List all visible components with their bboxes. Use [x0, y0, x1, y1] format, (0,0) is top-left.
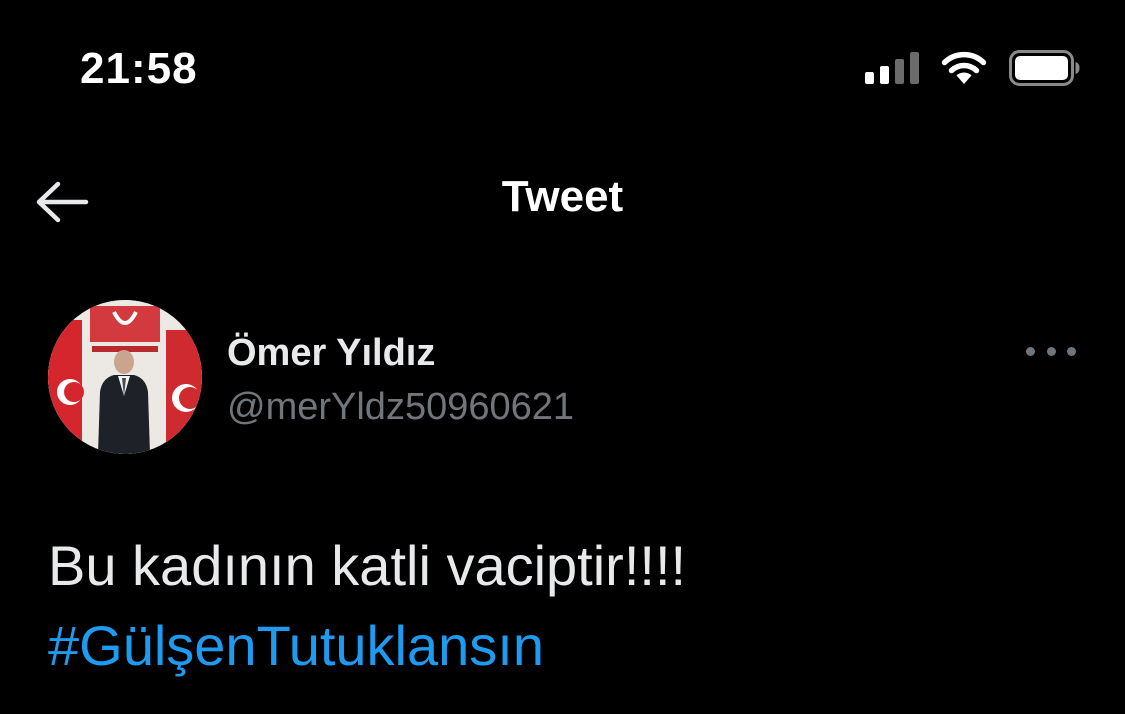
status-bar: 21:58 [0, 0, 1125, 140]
hashtag-link[interactable]: #GülşenTutuklansın [48, 610, 544, 682]
profile-photo [48, 300, 202, 454]
more-options-button[interactable] [1026, 340, 1076, 362]
status-time: 21:58 [80, 44, 198, 93]
author-name[interactable]: Ömer Yıldız [227, 332, 435, 375]
wifi-icon [941, 51, 987, 84]
tweet-text: Bu kadının katli vaciptir!!!! [48, 534, 687, 597]
avatar[interactable] [48, 300, 202, 454]
more-horizontal-icon [1026, 346, 1035, 356]
tweet-detail: Ömer Yıldız @merYldz50960621 Bu kadının … [0, 262, 1125, 714]
navigation-bar: Tweet [0, 140, 1125, 262]
page-title: Tweet [501, 172, 624, 221]
author-handle[interactable]: @merYldz50960621 [227, 386, 574, 429]
cellular-signal-icon [865, 52, 919, 84]
battery-icon [1009, 50, 1080, 86]
status-icons [865, 50, 1081, 86]
